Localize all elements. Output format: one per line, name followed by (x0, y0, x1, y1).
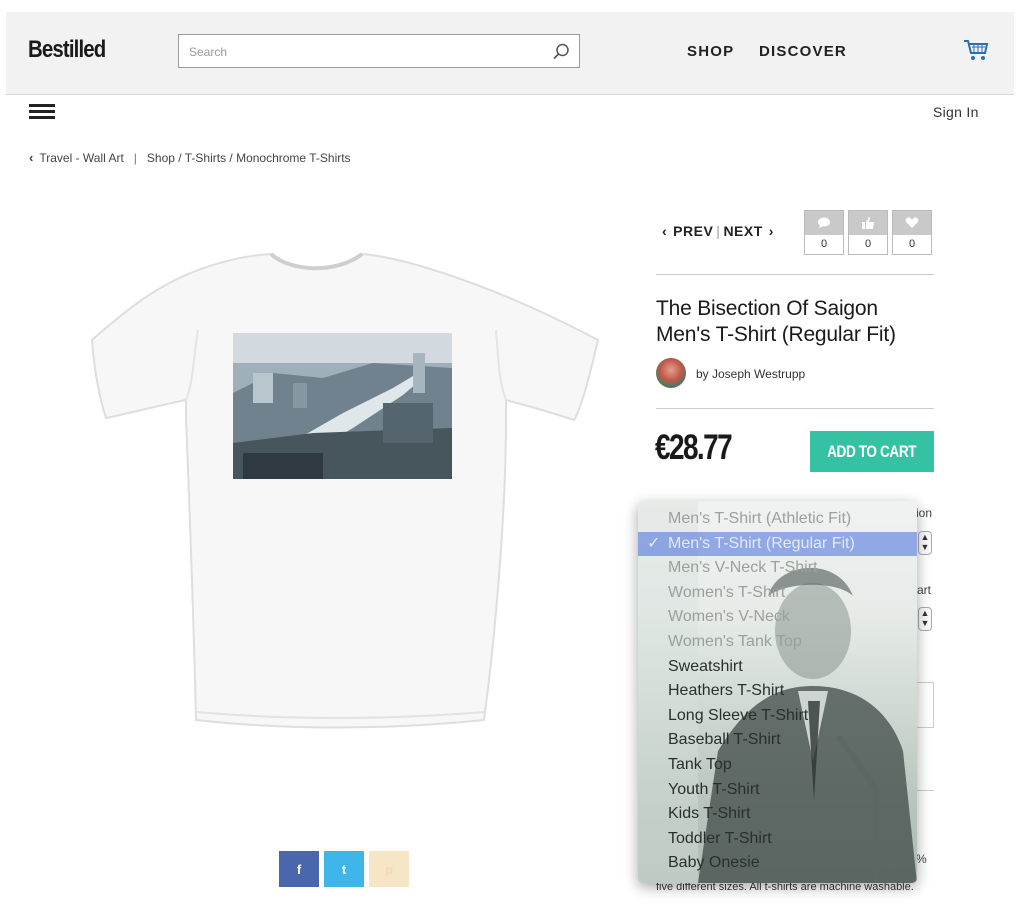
favorites-stat[interactable]: 0 (892, 210, 932, 255)
dropdown-option-label: Women's Tank Top (668, 633, 802, 650)
prev-next-divider: | (716, 223, 721, 239)
chevron-left-icon[interactable]: ‹ (662, 223, 667, 239)
breadcrumb-back-link[interactable]: Travel - Wall Art (39, 151, 123, 165)
divider (656, 408, 934, 409)
dropdown-option-label: Baby Onesie (668, 854, 760, 872)
comment-icon (818, 217, 830, 228)
dropdown-option[interactable]: Women's V-Neck (638, 605, 917, 629)
product-title-line2: Men's T-Shirt (Regular Fit) (656, 323, 896, 346)
search-input[interactable] (189, 42, 549, 62)
next-link[interactable]: NEXT (723, 223, 762, 239)
dropdown-option[interactable]: Kids T-Shirt (638, 802, 917, 826)
dropdown-option-label: Sweatshirt (668, 657, 743, 675)
dropdown-option[interactable]: Women's Tank Top (638, 630, 917, 654)
chevron-right-icon[interactable]: › (769, 223, 774, 239)
share-pinterest-button[interactable]: p (369, 851, 409, 887)
dropdown-option-label: Men's T-Shirt (Regular Fit) (668, 534, 855, 552)
dropdown-option[interactable]: Heathers T-Shirt (638, 679, 917, 703)
thumbs-up-icon (862, 217, 874, 229)
prev-link[interactable]: PREV (673, 223, 713, 239)
site-header: Bestilled SHOP DISCOVER (6, 12, 1014, 95)
product-title: The Bisection Of Saigon Men's T-Shirt (R… (656, 296, 946, 348)
product-title-line1: The Bisection Of Saigon (656, 297, 878, 320)
checkmark-icon: ✓ (647, 534, 661, 552)
dropdown-option-label: Women's T-Shirt (668, 583, 786, 601)
chevron-left-icon: ‹ (29, 150, 34, 165)
dropdown-option[interactable]: Men's T-Shirt (Athletic Fit) (638, 507, 917, 531)
dropdown-option[interactable]: Youth T-Shirt (638, 778, 917, 802)
artist-avatar[interactable] (656, 358, 686, 388)
product-type-stepper[interactable]: ▲ ▼ (918, 531, 932, 555)
divider (916, 790, 934, 791)
nav-shop[interactable]: SHOP (687, 43, 734, 60)
dropdown-option-label: Men's V-Neck T-Shirt (668, 559, 818, 577)
artist-byline[interactable]: by Joseph Westrupp (696, 367, 805, 381)
product-price: €28.77 (655, 428, 733, 467)
description-fragment: % (916, 852, 927, 866)
dropdown-option[interactable]: Tank Top (638, 753, 917, 777)
quantity-box-edge (916, 682, 934, 728)
breadcrumb-path[interactable]: Shop / T-Shirts / Monochrome T-Shirts (147, 151, 351, 165)
dropdown-option[interactable]: Baby Onesie (638, 851, 917, 875)
site-logo[interactable]: Bestilled (28, 36, 106, 64)
dropdown-option[interactable]: Women's T-Shirt (638, 581, 917, 605)
search-icon[interactable] (551, 42, 571, 62)
heart-icon (905, 217, 919, 228)
option-label-fragment: art (917, 583, 932, 597)
add-to-cart-button[interactable]: ADD TO CART (810, 431, 934, 472)
tshirt-product-image[interactable] (86, 250, 606, 730)
likes-stat[interactable]: 0 (848, 210, 888, 255)
comments-count: 0 (820, 238, 828, 250)
breadcrumb: ‹ Travel - Wall Art | Shop / T-Shirts / Mon… (29, 150, 351, 165)
dropdown-option-label: Women's V-Neck (668, 608, 790, 626)
likes-count: 0 (864, 238, 872, 250)
breadcrumb-separator: | (133, 151, 137, 165)
cart-icon[interactable] (962, 38, 990, 62)
dropdown-option[interactable]: Men's V-Neck T-Shirt (638, 556, 917, 580)
dropdown-option[interactable]: Baseball T-Shirt (638, 728, 917, 752)
product-type-dropdown[interactable]: Men's T-Shirt (Athletic Fit) ✓ Men's T-Shi… (638, 501, 917, 883)
nav-discover[interactable]: DISCOVER (759, 43, 847, 60)
share-facebook-button[interactable]: f (279, 851, 319, 887)
dropdown-option[interactable]: ✓ Men's T-Shirt (Regular Fit) (638, 531, 917, 556)
option-label-fragment: ion (916, 506, 933, 520)
share-twitter-button[interactable]: t (324, 851, 364, 887)
dropdown-option-label: Youth T-Shirt (668, 780, 760, 798)
sign-in-link[interactable]: Sign In (933, 104, 979, 120)
size-stepper[interactable]: ▲ ▼ (918, 607, 932, 631)
search-box (178, 34, 580, 68)
dropdown-option-label: Heathers T-Shirt (668, 682, 785, 700)
dropdown-option-label: Toddler T-Shirt (668, 829, 772, 847)
dropdown-option-label: Kids T-Shirt (668, 805, 751, 823)
tshirt-print-photo (233, 333, 452, 479)
dropdown-option-label: Tank Top (668, 756, 732, 773)
divider (656, 274, 934, 275)
dropdown-option-label: Men's T-Shirt (Athletic Fit) (668, 510, 852, 527)
dropdown-option-label: Long Sleeve T-Shirt (668, 706, 809, 724)
hamburger-menu-icon[interactable] (29, 104, 55, 120)
favorites-count: 0 (908, 238, 916, 250)
dropdown-option[interactable]: Long Sleeve T-Shirt (638, 704, 917, 728)
dropdown-option[interactable]: Toddler T-Shirt (638, 827, 917, 851)
comments-stat[interactable]: 0 (804, 210, 844, 255)
add-to-cart-label: ADD TO CART (827, 441, 917, 461)
prev-next-nav: ‹ PREV | NEXT › (656, 223, 780, 239)
dropdown-option-label: Baseball T-Shirt (668, 731, 781, 749)
dropdown-option[interactable]: Sweatshirt (638, 655, 917, 679)
